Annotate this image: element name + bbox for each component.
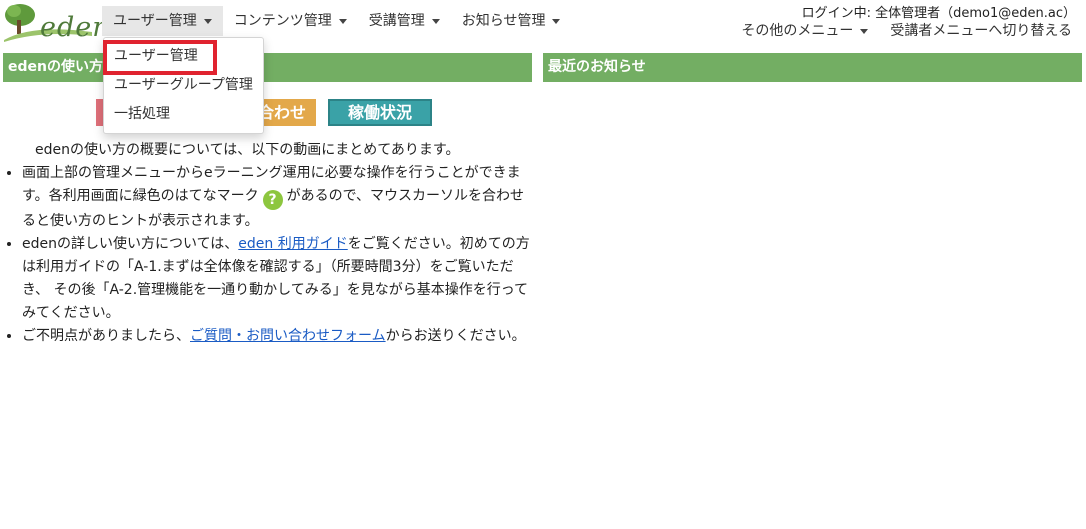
header-links: その他のメニュー 受講者メニューへ切り替える: [741, 22, 1072, 40]
usage-guide-content: edenの使い方の概要については、以下の動画にまとめてあります。 画面上部の管理…: [6, 139, 532, 348]
eden-guide-link[interactable]: eden 利用ガイド: [238, 236, 347, 252]
main-nav: ユーザー管理 コンテンツ管理 受講管理 お知らせ管理: [102, 6, 571, 36]
guide-list-item: edenの詳しい使い方については、eden 利用ガイドをご覧ください。初めての方…: [22, 233, 532, 325]
user-management-dropdown: ユーザー管理 ユーザーグループ管理 一括処理: [103, 37, 264, 134]
nav-course-management-label: 受講管理: [368, 13, 425, 29]
guide-list-item: ご不明点がありましたら、ご質問・お問い合わせフォームからお送りください。: [22, 325, 532, 348]
login-info: ログイン中: 全体管理者（demo1@eden.ac）: [801, 6, 1076, 21]
contact-button-label: 合わせ: [257, 103, 306, 122]
left-panel-header: edenの使い方: [3, 53, 532, 82]
chevron-down-icon: [338, 18, 347, 24]
help-question-icon[interactable]: ?: [262, 190, 283, 210]
dropdown-item-bulk-processing[interactable]: 一括処理: [104, 100, 263, 129]
system-status-button[interactable]: 稼働状況: [328, 99, 432, 126]
nav-user-management[interactable]: ユーザー管理: [102, 6, 223, 36]
nav-user-management-label: ユーザー管理: [113, 13, 197, 29]
guide-list-item: 画面上部の管理メニューからeラーニング運用に必要な操作を行うことができます。各利…: [22, 162, 532, 233]
other-menu-link[interactable]: その他のメニュー: [741, 22, 869, 40]
eden-logo[interactable]: eden: [2, 2, 110, 43]
nav-course-management[interactable]: 受講管理: [358, 6, 451, 36]
chevron-down-icon: [431, 18, 440, 24]
chevron-down-icon: [203, 18, 212, 24]
bullet3-text-a: ご不明点がありましたら、: [22, 328, 190, 344]
guide-list: 画面上部の管理メニューからeラーニング運用に必要な操作を行うことができます。各利…: [6, 162, 532, 348]
nav-notice-management-label: お知らせ管理: [461, 13, 546, 29]
logo-wordmark: eden: [40, 12, 111, 43]
other-menu-label: その他のメニュー: [741, 23, 854, 39]
intro-text: edenの使い方の概要については、以下の動画にまとめてあります。: [35, 142, 460, 158]
dropdown-item-user-management[interactable]: ユーザー管理: [104, 42, 263, 71]
bullet3-text-b: からお送りください。: [385, 328, 526, 344]
nav-content-management-label: コンテンツ管理: [233, 13, 332, 29]
dropdown-item-user-group-management[interactable]: ユーザーグループ管理: [104, 71, 263, 100]
nav-notice-management[interactable]: お知らせ管理: [451, 6, 572, 36]
chevron-down-icon: [860, 28, 869, 34]
contact-form-link[interactable]: ご質問・お問い合わせフォーム: [190, 328, 386, 344]
recent-notices-header: 最近のお知らせ: [543, 53, 1082, 82]
chevron-down-icon: [552, 18, 561, 24]
switch-to-learner-menu-link[interactable]: 受講者メニューへ切り替える: [890, 22, 1072, 40]
nav-content-management[interactable]: コンテンツ管理: [223, 6, 358, 36]
bullet2-text-a: edenの詳しい使い方については、: [22, 236, 239, 252]
